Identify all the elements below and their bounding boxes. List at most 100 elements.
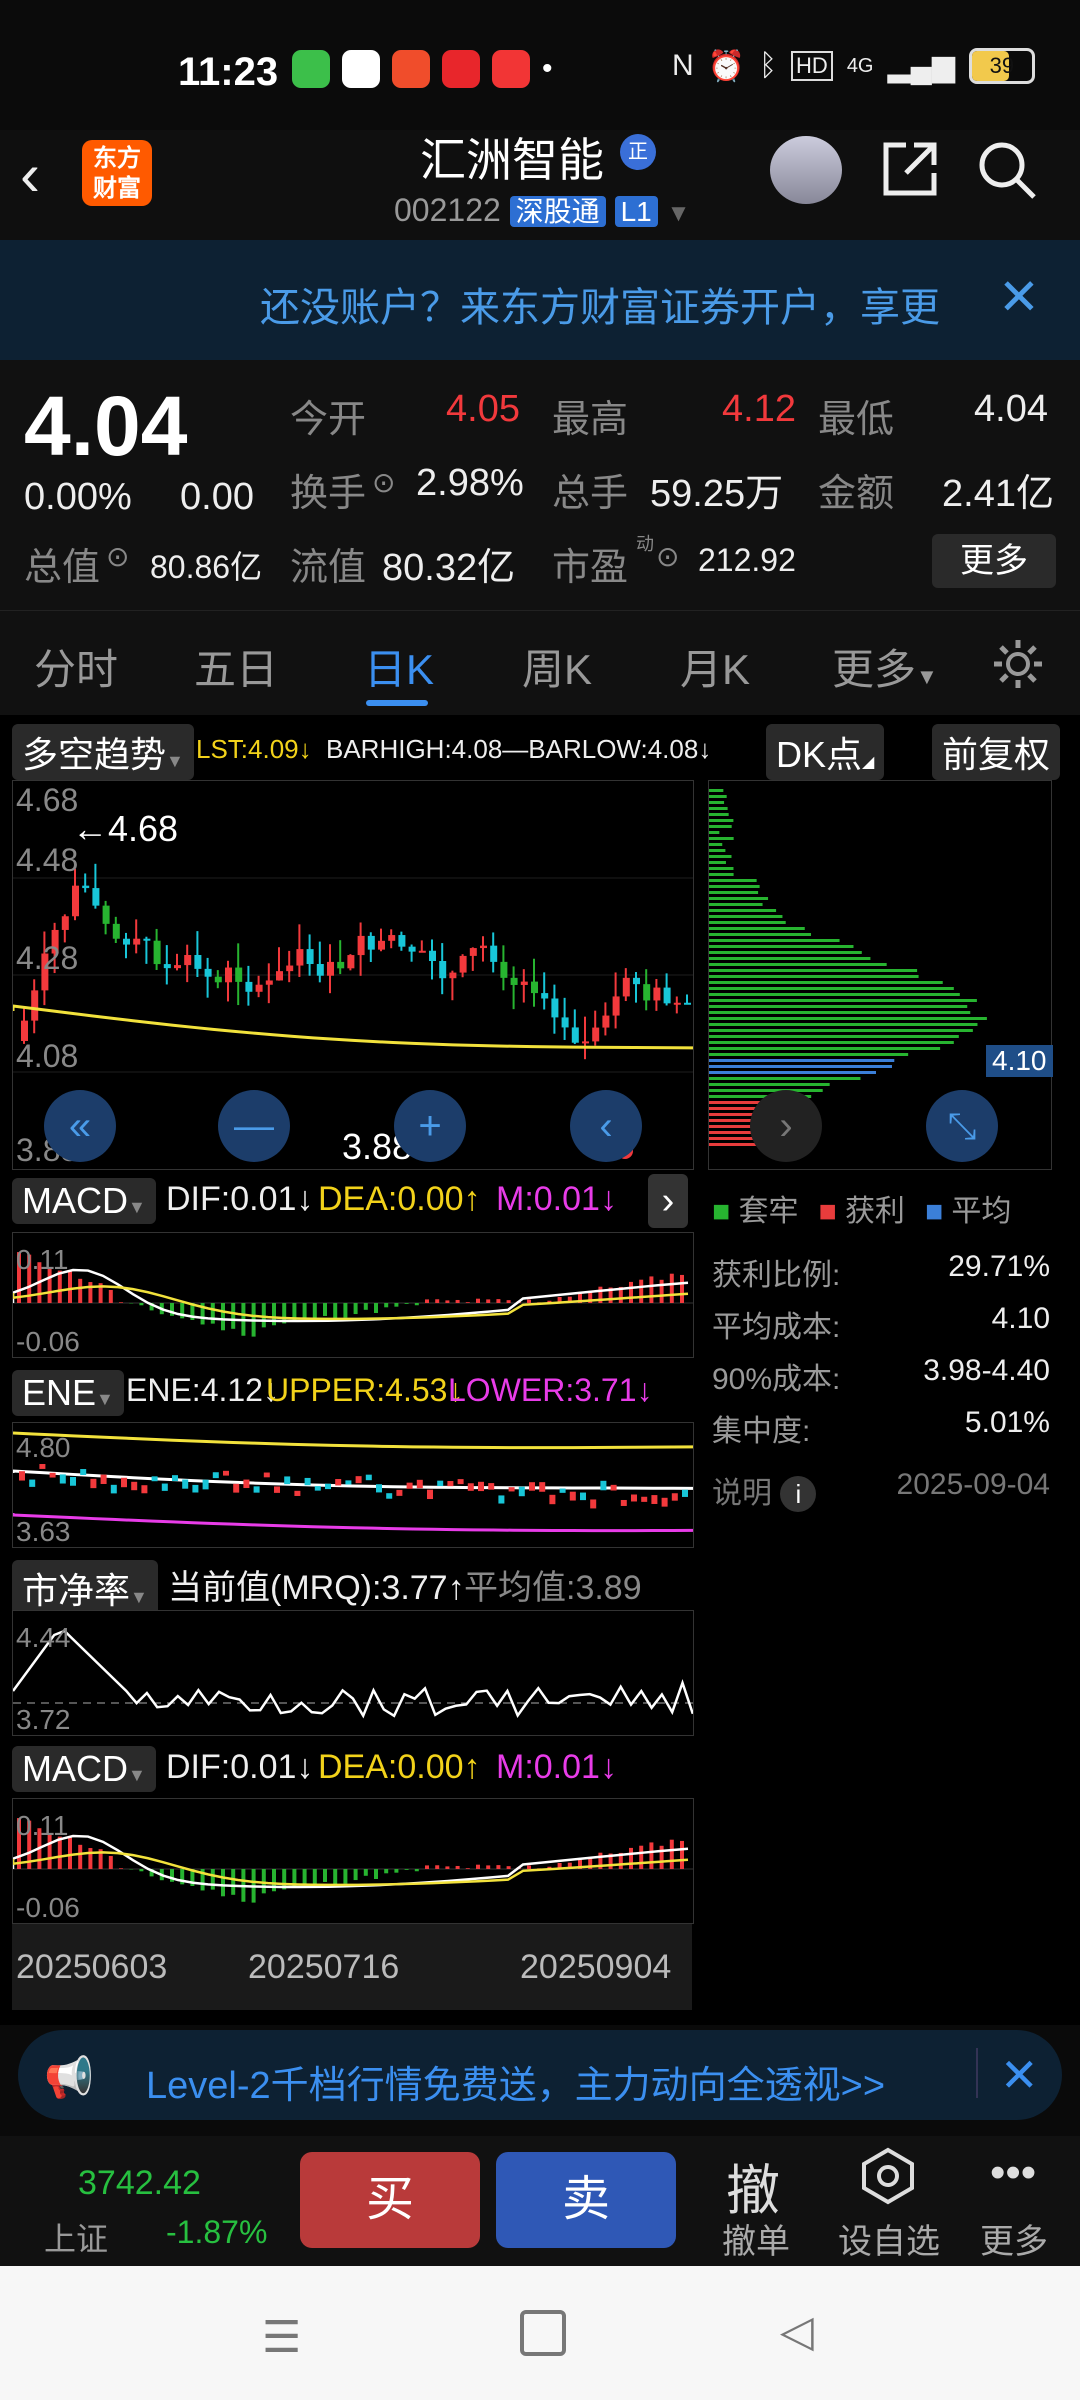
caret-down-icon: ▼ xyxy=(916,664,938,689)
notification-icons: • xyxy=(292,50,553,88)
date-mid: 20250716 xyxy=(248,1948,400,1986)
stock-code-row[interactable]: 002122 深股通 L1 ▼ xyxy=(394,190,690,230)
index-name[interactable]: 上证 xyxy=(44,2214,108,2260)
zoom-out-icon[interactable]: — xyxy=(218,1090,290,1162)
watchlist-label[interactable]: 设自选 xyxy=(838,2214,940,2263)
prev-icon[interactable]: ‹ xyxy=(570,1090,642,1162)
lst-value: LST:4.09↓ xyxy=(196,734,312,764)
pb-panel[interactable] xyxy=(11,1610,694,1736)
settings-gear-icon[interactable] xyxy=(990,636,1046,692)
float-label: 流值 xyxy=(290,547,367,589)
sell-button[interactable]: 卖 xyxy=(496,2152,676,2248)
more-dots-icon[interactable]: ••• xyxy=(990,2148,1036,2198)
legend-profit: ■ 获利 xyxy=(818,1195,905,1228)
indicator-selector[interactable]: 多空趋势▼ xyxy=(12,724,194,780)
expand-right-icon[interactable]: › xyxy=(648,1174,688,1228)
ene-value: ENE:4.12↓ xyxy=(126,1372,279,1408)
ene-lower: LOWER:3.71↓ xyxy=(448,1372,653,1408)
stock-code: 002122 xyxy=(394,192,501,228)
search-icon[interactable] xyxy=(976,139,1038,201)
info-icon[interactable]: ⊙ xyxy=(656,540,679,573)
watchlist-icon[interactable] xyxy=(858,2146,918,2206)
tab-intraday[interactable]: 分时 xyxy=(34,636,118,697)
macd2-selector[interactable]: MACD▼ xyxy=(12,1746,156,1792)
pb-bottom-label: 3.72 xyxy=(16,1704,71,1735)
chip-price-label: 4.10 xyxy=(986,1045,1053,1077)
status-time: 11:23 xyxy=(178,50,279,94)
change-value: 0.00 xyxy=(180,476,254,518)
share-icon[interactable] xyxy=(878,139,940,201)
dk-point-button[interactable]: DK点◢ xyxy=(766,724,885,780)
assistant-robot-icon[interactable] xyxy=(770,136,842,204)
scroll-left-icon[interactable]: « xyxy=(44,1090,116,1162)
menu-icon[interactable]: ☰ xyxy=(262,2312,301,2363)
level2-text[interactable]: Level-2千档行情免费送，主力动向全透视>> xyxy=(146,2054,885,2109)
tab-weekly-k[interactable]: 周K xyxy=(522,636,592,697)
expand-icon[interactable]: ⤡ xyxy=(926,1090,998,1162)
macd-selector[interactable]: MACD▼ xyxy=(12,1178,156,1224)
macd2-top-label: 0.11 xyxy=(16,1810,69,1841)
more-label[interactable]: 更多 xyxy=(980,2214,1048,2263)
bluetooth-icon: ᛒ xyxy=(759,49,778,82)
system-status: N ⏰ ᛒ HD 4G ▂▄▆ 39 xyxy=(672,48,1035,84)
avg-cost-value: 4.10 xyxy=(991,1302,1050,1335)
close-icon[interactable]: ✕ xyxy=(998,268,1040,326)
eastmoney-logo[interactable]: 东方 财富 xyxy=(82,140,152,206)
info-icon[interactable]: ⊙ xyxy=(372,466,395,499)
close-icon[interactable]: ✕ xyxy=(976,2048,1039,2101)
macd2-panel[interactable] xyxy=(11,1798,694,1924)
back-icon[interactable]: ‹ xyxy=(20,140,40,209)
more-button[interactable]: 更多 xyxy=(932,534,1056,588)
cancel-order-label[interactable]: 撤单 xyxy=(722,2214,790,2263)
info-icon[interactable]: ⊙ xyxy=(106,540,129,573)
open-value: 4.05 xyxy=(446,388,520,430)
float-value: 80.32亿 xyxy=(382,547,516,589)
cost90-label: 90%成本: xyxy=(712,1363,841,1396)
adjust-button[interactable]: 前复权 xyxy=(932,724,1061,780)
back-nav-icon[interactable]: ◁ xyxy=(780,2306,814,2357)
volume-value: 59.25万 xyxy=(650,473,784,515)
ene-svg xyxy=(11,1431,694,1533)
dot-icon: • xyxy=(542,52,553,85)
tab-5day[interactable]: 五日 xyxy=(194,636,278,697)
y-label-2: 4.48 xyxy=(16,842,79,878)
message-icon xyxy=(292,50,330,88)
tab-monthly-k[interactable]: 月K xyxy=(680,636,750,697)
index-value[interactable]: 3742.42 xyxy=(78,2164,201,2203)
date-start: 20250603 xyxy=(16,1948,168,1986)
buy-button[interactable]: 买 xyxy=(300,2152,480,2248)
note-row[interactable]: 说明 i xyxy=(712,1468,817,1512)
legend-average: ■ 平均 xyxy=(924,1195,1012,1228)
ene-panel[interactable] xyxy=(11,1422,694,1548)
index-change[interactable]: -1.87% xyxy=(166,2214,267,2251)
concentration-label: 集中度: xyxy=(712,1415,811,1448)
low-value: 4.04 xyxy=(974,388,1048,430)
nfc-icon: N xyxy=(672,49,694,82)
y-label-3: 4.28 xyxy=(16,940,79,976)
macd-top-label: 0.11 xyxy=(16,1244,69,1275)
macd-svg xyxy=(11,1252,693,1337)
caret-down-icon: ▼ xyxy=(166,751,184,771)
battery-icon: 39 xyxy=(968,48,1035,84)
tab-more[interactable]: 更多▼ xyxy=(832,636,938,697)
pb-selector[interactable]: 市净率▼ xyxy=(12,1560,158,1616)
ene-selector[interactable]: ENE▼ xyxy=(12,1370,124,1416)
y-label-4: 4.08 xyxy=(16,1038,79,1074)
zoom-in-icon[interactable]: + xyxy=(394,1090,466,1162)
macd-panel[interactable] xyxy=(11,1232,694,1358)
promo-text[interactable]: 还没账户？来东方财富证券开户，享更 xyxy=(260,275,960,333)
date-end: 20250904 xyxy=(520,1948,672,1986)
ene-top-label: 4.80 xyxy=(16,1432,71,1463)
tab-daily-k[interactable]: 日K xyxy=(364,636,434,697)
low-label: 最低 xyxy=(818,399,895,441)
next-icon[interactable]: › xyxy=(750,1090,822,1162)
caret-down-icon: ▼ xyxy=(128,1765,146,1785)
chevron-down-icon: ▼ xyxy=(666,200,691,227)
home-icon[interactable] xyxy=(520,2310,566,2356)
mktcap-value: 80.86亿 xyxy=(150,549,263,585)
macd-bottom-label: -0.06 xyxy=(16,1326,80,1357)
pb-average: 平均值:3.89 xyxy=(464,1569,642,1607)
cost90-value: 3.98-4.40 xyxy=(923,1354,1050,1387)
stock-name: 汇洲智能 xyxy=(420,134,604,186)
macd-dif: DIF:0.01↓ xyxy=(166,1180,314,1218)
